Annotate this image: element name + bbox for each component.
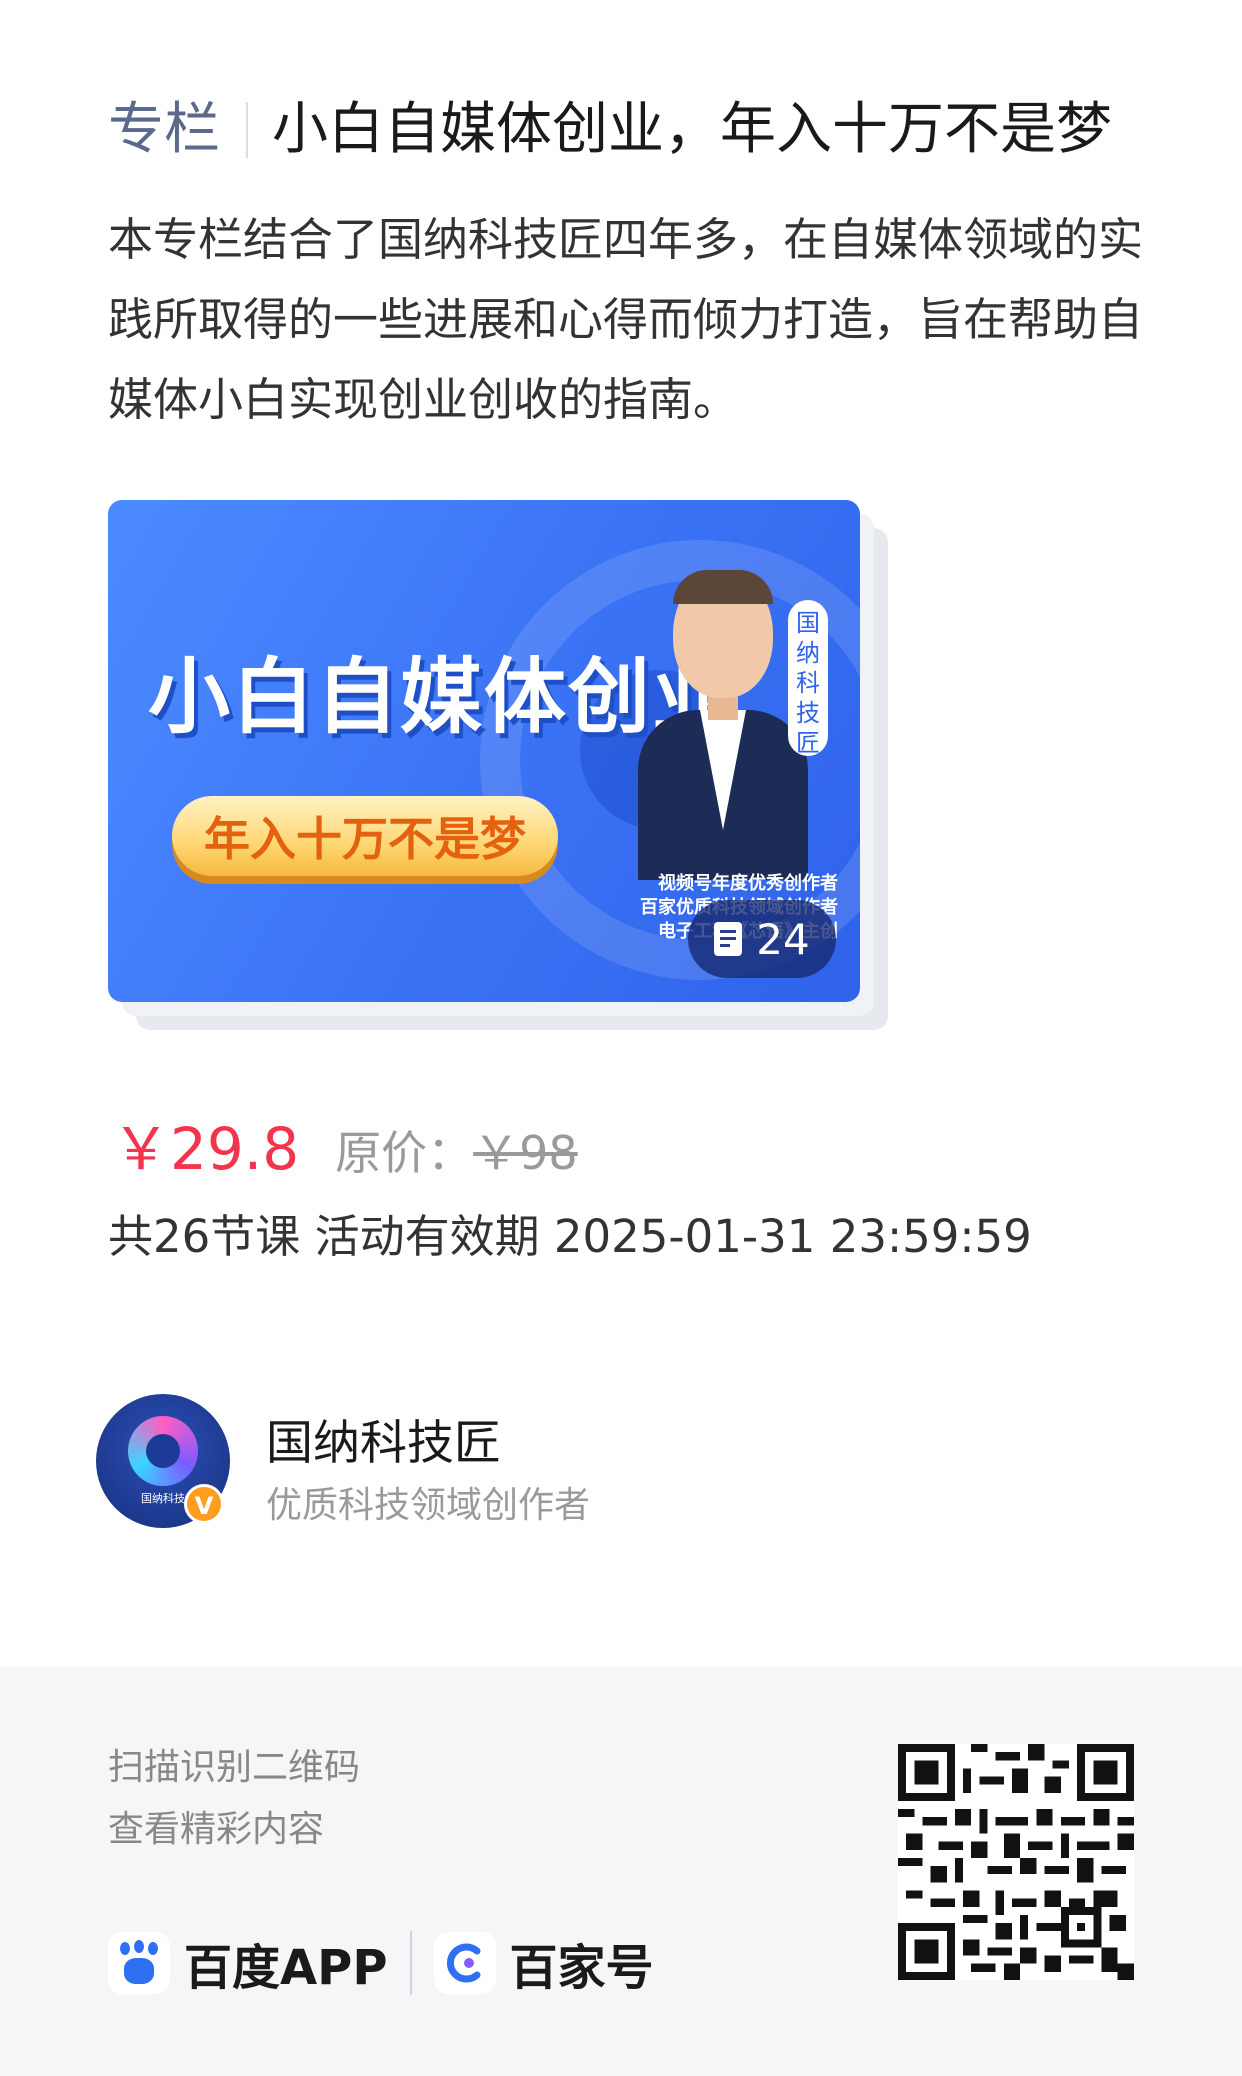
page-header: 专栏 小白自媒体创业，年入十万不是梦 (108, 92, 1112, 168)
article-count-badge: 24 (688, 900, 836, 978)
column-description: 本专栏结合了国纳科技匠四年多，在自媒体领域的实践所取得的一些进展和心得而倾力打造… (108, 213, 1144, 426)
author-card[interactable]: 国纳科技 V 国纳科技匠 优质科技领域创作者 (96, 1394, 996, 1534)
baijiahao-icon (433, 1932, 496, 1994)
page-title: 小白自媒体创业，年入十万不是梦 (272, 97, 1112, 162)
brand-divider (409, 1931, 412, 1995)
article-count: 24 (756, 914, 810, 964)
footer: 扫描识别二维码 查看精彩内容 百度APP 百家号 (0, 1666, 1242, 2076)
scan-hint: 查看精彩内容 (108, 1809, 325, 1850)
cover-image[interactable]: 小白自媒体创业 年入十万不是梦 国纳科技匠 视频号年度优秀创作者 百家优质科技领… (108, 500, 860, 1002)
baidu-paw-icon (108, 1932, 170, 1994)
avatar[interactable]: 国纳科技 V (96, 1394, 230, 1528)
price-row: ￥29.8 原价： ￥98 (112, 1102, 578, 1186)
original-price-label: 原价： (335, 1126, 474, 1180)
original-price: ￥98 (473, 1126, 578, 1180)
cover-vertical-label: 国纳科技匠 (788, 600, 828, 757)
header-divider (246, 102, 248, 158)
current-price: ￥29.8 (112, 1115, 300, 1183)
author-description: 优质科技领域创作者 (266, 1485, 591, 1526)
cover-subtitle: 年入十万不是梦 (172, 796, 558, 876)
brand-logos: 百度APP 百家号 (108, 1928, 654, 1998)
cover-credit-line: 视频号年度优秀创作者 (658, 873, 838, 894)
verified-icon: V (184, 1484, 224, 1524)
author-portrait (638, 570, 808, 880)
qr-code (898, 1744, 1134, 1980)
logo-icon (128, 1416, 198, 1486)
course-info: 共26节课 活动有效期 2025-01-31 23:59:59 (108, 1210, 1032, 1263)
scan-hint: 扫描识别二维码 (108, 1747, 361, 1788)
column-cover-card[interactable]: 小白自媒体创业 年入十万不是梦 国纳科技匠 视频号年度优秀创作者 百家优质科技领… (108, 500, 888, 1030)
column-tag: 专栏 (108, 97, 220, 162)
baijiahao-logo: 百家号 (509, 1940, 654, 1996)
baidu-app-logo: 百度APP (184, 1940, 388, 1996)
document-icon (714, 922, 743, 956)
author-name[interactable]: 国纳科技匠 (266, 1404, 501, 1473)
